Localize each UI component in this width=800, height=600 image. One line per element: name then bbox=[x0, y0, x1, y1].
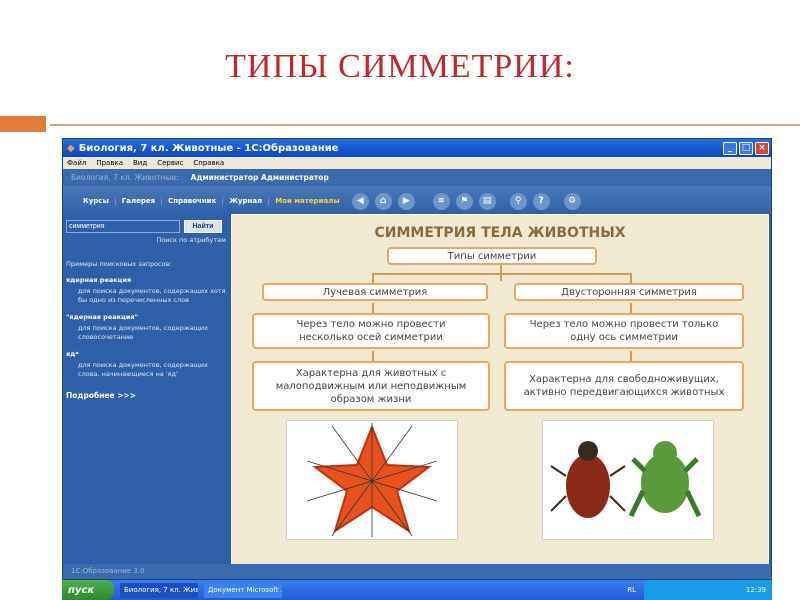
example-query: яд* bbox=[66, 350, 79, 358]
menu-help[interactable]: Справка bbox=[193, 159, 224, 167]
menu-edit[interactable]: Правка bbox=[96, 159, 123, 167]
root-box: Типы симметрии bbox=[387, 247, 597, 265]
app-icon: ◆ bbox=[67, 142, 75, 154]
menu-view[interactable]: Вид bbox=[133, 159, 147, 167]
close-button[interactable]: × bbox=[755, 141, 769, 155]
search-button[interactable]: Найти bbox=[184, 220, 222, 233]
bookmark-icon[interactable]: ⚑ bbox=[455, 192, 473, 210]
tab-gallery[interactable]: Галерея bbox=[116, 197, 163, 205]
example-query: ядерная реакция bbox=[66, 276, 132, 284]
example-description: для поиска документов, содержащих хотя б… bbox=[78, 287, 226, 304]
title-bar: ◆ Биология, 7 кл. Животные - 1С:Образова… bbox=[63, 139, 771, 157]
start-label: пуск bbox=[68, 584, 95, 596]
settings-icon[interactable]: ⚙ bbox=[563, 192, 581, 210]
radial-trait-box: Характерна для животных с малоподвижным … bbox=[252, 361, 490, 411]
more-link[interactable]: Подробнее >>> bbox=[66, 391, 226, 400]
bilateral-axes-box: Через тело можно провести только одну ос… bbox=[504, 313, 744, 349]
window-title: Биология, 7 кл. Животные - 1С:Образовани… bbox=[78, 142, 339, 154]
accent-line bbox=[50, 124, 800, 126]
example-description: для поиска документов, содержащих словос… bbox=[78, 324, 208, 341]
taskbar-item-document[interactable]: Документ Microsoft ... bbox=[204, 582, 282, 598]
minimize-button[interactable]: _ bbox=[723, 141, 737, 155]
tab-courses[interactable]: Курсы bbox=[77, 197, 116, 205]
menu-file[interactable]: Файл bbox=[67, 159, 86, 167]
search-input[interactable] bbox=[66, 220, 180, 233]
print-icon[interactable]: ▤ bbox=[478, 192, 496, 210]
diagram-title: СИММЕТРИЯ ТЕЛА ЖИВОТНЫХ bbox=[374, 225, 626, 241]
nav-bar: Курсы Галерея Справочник Журнал Мои мате… bbox=[63, 186, 771, 216]
app-window: ◆ Биология, 7 кл. Животные - 1С:Образова… bbox=[62, 138, 772, 580]
back-icon[interactable]: ◀ bbox=[351, 192, 369, 210]
slide-title: ТИПЫ СИММЕТРИИ: bbox=[225, 48, 575, 85]
content-area: СИММЕТРИЯ ТЕЛА ЖИВОТНЫХ Типы симметрии Л… bbox=[231, 214, 769, 566]
example-description: для поиска документов, содержащих слова,… bbox=[78, 361, 208, 378]
beetle-and-frog-image bbox=[542, 420, 714, 540]
examples-title: Примеры поисковых запросов: bbox=[66, 260, 172, 268]
help-icon[interactable]: ? bbox=[532, 192, 550, 210]
course-label: Биология, 7 кл. Животные: bbox=[71, 173, 179, 182]
bilateral-symmetry-box: Двусторонняя симметрия bbox=[514, 283, 744, 301]
clock: 12:39 bbox=[745, 586, 766, 594]
menu-bar: Файл Правка Вид Сервис Справка bbox=[63, 157, 771, 169]
tab-my-materials[interactable]: Мои материалы bbox=[269, 197, 345, 205]
user-name: Администратор Администратор bbox=[190, 173, 329, 182]
status-bar: 1С:Образование 3.0 bbox=[63, 564, 771, 579]
taskbar-item-biology[interactable]: Биология, 7 кл. Жив... bbox=[120, 582, 198, 598]
radial-symmetry-box: Лучевая симметрия bbox=[262, 283, 488, 301]
fullscreen-icon[interactable]: ⌗ bbox=[432, 192, 450, 210]
tab-reference[interactable]: Справочник bbox=[162, 197, 224, 205]
starfish-image bbox=[286, 420, 458, 540]
start-button[interactable]: пуск bbox=[62, 580, 114, 600]
bilateral-trait-box: Характерна для свободноживущих, активно … bbox=[504, 361, 744, 411]
menu-service[interactable]: Сервис bbox=[157, 159, 183, 167]
accent-block bbox=[0, 116, 46, 132]
search-icon[interactable]: ⚲ bbox=[509, 192, 527, 210]
radial-axes-box: Через тело можно провести несколько осей… bbox=[252, 313, 490, 349]
language-indicator[interactable]: RL bbox=[627, 586, 636, 594]
taskbar: пуск Биология, 7 кл. Жив... Документ Mic… bbox=[62, 580, 772, 600]
system-tray: 12:39 bbox=[644, 580, 772, 600]
maximize-button[interactable]: □ bbox=[739, 141, 753, 155]
example-query: "ядерная реакция" bbox=[66, 313, 138, 321]
user-bar: Биология, 7 кл. Животные: Администратор … bbox=[63, 169, 771, 186]
attribute-search-link[interactable]: Поиск по атрибутам bbox=[66, 236, 226, 244]
home-icon[interactable]: ⌂ bbox=[374, 192, 392, 210]
tab-journal[interactable]: Журнал bbox=[223, 197, 270, 205]
forward-icon[interactable]: ▶ bbox=[397, 192, 415, 210]
search-sidebar: Найти Поиск по атрибутам Примеры поисков… bbox=[63, 216, 229, 563]
